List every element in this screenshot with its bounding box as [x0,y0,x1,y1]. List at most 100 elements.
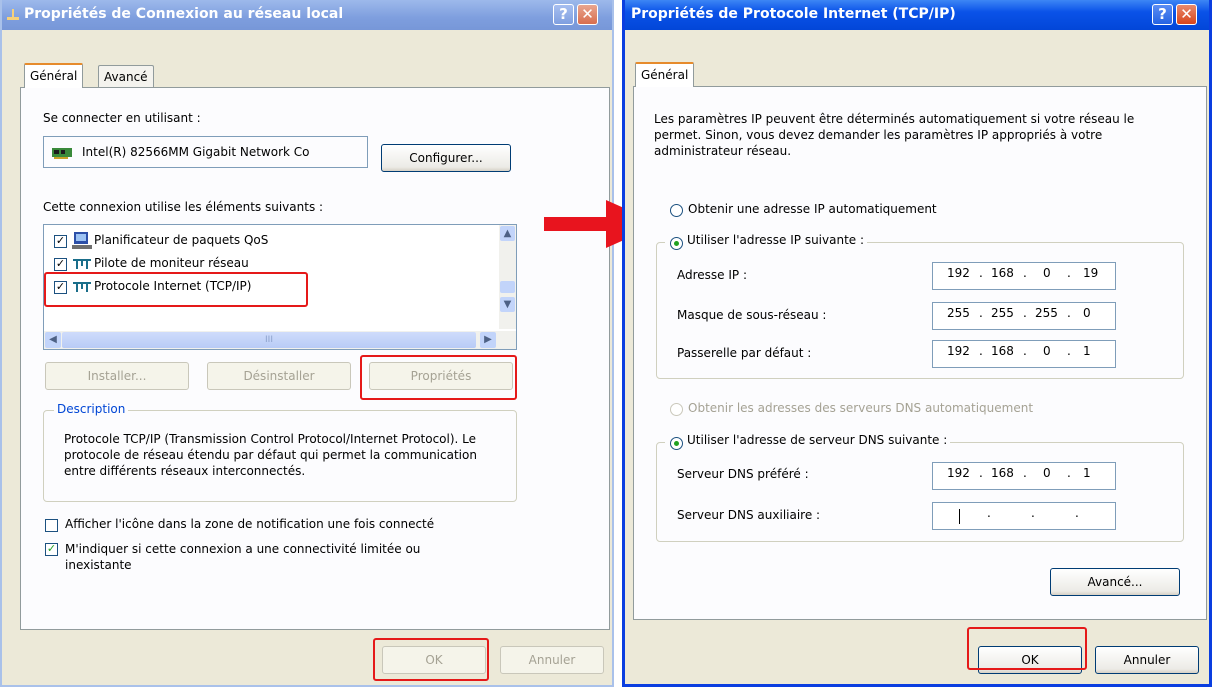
help-button[interactable]: ? [553,4,574,25]
ip-octet: 168 [991,344,1014,358]
gateway-label: Passerelle par défaut : [677,346,812,360]
manual-ip-label: Utiliser l'adresse IP suivante : [665,233,868,247]
horizontal-scrollbar[interactable]: ◀ III ▶ [44,331,516,349]
components-label: Cette connexion utilise les éléments sui… [43,200,324,214]
intro-text: Les paramètres IP peuvent être déterminé… [654,112,1135,158]
ip-dot: . [1075,506,1079,520]
qos-scheduler-icon [72,232,92,249]
auto-ip-radio[interactable] [670,204,683,217]
description-legend: Description [54,402,129,416]
cancel-button[interactable]: Annuler [500,646,604,674]
ip-octet: 19 [1083,266,1099,280]
ip-dot: . [987,506,991,520]
preferred-dns-label: Serveur DNS préféré : [677,467,809,481]
scroll-right-icon[interactable]: ▶ [480,332,496,348]
gateway-field[interactable]: 192 . 168 . 0 . 1 [932,340,1116,368]
window-title: Propriétés de Protocole Internet (TCP/IP… [631,6,956,22]
auto-dns-label: Obtenir les adresses des serveurs DNS au… [688,401,1034,415]
notify-limited-checkbox[interactable]: ✓ [45,543,58,556]
install-button[interactable]: Installer... [45,362,189,390]
connect-using-label: Se connecter en utilisant : [43,111,201,125]
ip-octet: 255 [991,306,1014,320]
scroll-up-icon[interactable]: ▲ [500,226,515,241]
general-tab-panel: Les paramètres IP peuvent être déterminé… [633,86,1207,620]
advanced-button[interactable]: Avancé... [1050,568,1180,596]
ip-octet: 192 [947,266,970,280]
alternate-dns-label: Serveur DNS auxiliaire : [677,508,821,522]
title-bar[interactable]: Propriétés de Protocole Internet (TCP/IP… [625,0,1209,30]
manual-dns-label: Utiliser l'adresse de serveur DNS suivan… [665,433,951,447]
highlight-ok-button [373,638,489,681]
ip-octet: 0 [1043,266,1051,280]
ip-address-field[interactable]: 192 . 168 . 0 . 19 [932,262,1116,290]
ip-dot: . [979,306,983,320]
ip-dot: . [1023,344,1027,358]
list-item-label: Pilote de moniteur réseau [94,256,249,270]
subnet-mask-label: Masque de sous-réseau : [677,308,827,322]
configure-button[interactable]: Configurer... [381,144,511,172]
monitor-driver-checkbox[interactable]: ✓ [54,258,67,271]
ip-dot: . [1023,266,1027,280]
ip-dot: . [1067,466,1071,480]
close-button[interactable]: ✕ [1176,4,1197,25]
tab-general[interactable]: Général [24,63,84,88]
preferred-dns-field[interactable]: 192 . 168 . 0 . 1 [932,462,1116,490]
help-button[interactable]: ? [1152,4,1173,25]
cancel-button[interactable]: Annuler [1095,646,1199,674]
adapter-name: Intel(R) 82566MM Gigabit Network Co [82,145,310,159]
description-group: Description Protocole TCP/IP (Transmissi… [43,402,517,502]
highlight-properties-button [360,355,517,400]
ip-settings-group: Utiliser l'adresse IP suivante : Adresse… [656,233,1184,379]
highlight-ok-button [967,627,1087,670]
ip-octet: 1 [1083,466,1091,480]
ip-dot: . [1067,306,1071,320]
tab-general[interactable]: Général [635,62,695,87]
close-button[interactable]: ✕ [577,4,598,25]
notify-limited-label: M'indiquer si cette connexion a une conn… [65,542,421,572]
network-card-icon [52,148,72,159]
description-text: Protocole TCP/IP (Transmission Control P… [64,432,477,478]
manual-ip-radio[interactable] [670,237,683,250]
auto-dns-radio[interactable] [670,403,683,416]
show-icon-checkbox[interactable] [45,519,58,532]
tab-advanced[interactable]: Avancé [98,65,154,87]
auto-ip-label: Obtenir une adresse IP automatiquement [688,202,937,216]
ip-octet: 1 [1083,344,1091,358]
ip-octet: 255 [1035,306,1058,320]
ip-dot: . [979,344,983,358]
title-bar[interactable]: Propriétés de Connexion au réseau local … [2,0,612,30]
ip-octet: 192 [947,344,970,358]
list-item-label: Planificateur de paquets QoS [94,233,269,247]
scroll-thumb[interactable]: III [62,332,476,348]
highlight-tcpip-item [44,272,308,307]
alternate-dns-field[interactable]: . . . [932,502,1116,530]
scroll-left-icon[interactable]: ◀ [45,332,61,348]
ip-octet: 168 [991,466,1014,480]
ip-octet: 0 [1043,466,1051,480]
tcpip-properties-window: Propriétés de Protocole Internet (TCP/IP… [622,0,1212,687]
ip-address-label: Adresse IP : [677,268,748,282]
adapter-box: Intel(R) 82566MM Gigabit Network Co [43,136,368,168]
ip-dot: . [979,466,983,480]
qos-checkbox[interactable]: ✓ [54,235,67,248]
show-icon-label: Afficher l'icône dans la zone de notific… [65,517,435,531]
general-tab-panel: Se connecter en utilisant : Intel(R) 825… [20,87,610,630]
uninstall-button[interactable]: Désinstaller [207,362,351,390]
subnet-mask-field[interactable]: 255 . 255 . 255 . 0 [932,302,1116,330]
window-title: Propriétés de Connexion au réseau local [24,6,344,22]
scroll-thumb[interactable] [500,281,515,293]
scroll-down-icon[interactable]: ▼ [500,297,515,312]
ip-octet: 0 [1043,344,1051,358]
ip-dot: . [979,266,983,280]
ip-dot: . [1031,506,1035,520]
manual-dns-radio[interactable] [670,437,683,450]
text-cursor [959,509,960,524]
ip-octet: 192 [947,466,970,480]
ip-dot: . [1067,344,1071,358]
ip-dot: . [1023,466,1027,480]
vertical-scrollbar[interactable]: ▲ ▼ [499,225,516,329]
dns-settings-group: Utiliser l'adresse de serveur DNS suivan… [656,433,1184,542]
ip-dot: . [1067,266,1071,280]
ip-octet: 0 [1083,306,1091,320]
network-connection-icon [7,9,19,20]
